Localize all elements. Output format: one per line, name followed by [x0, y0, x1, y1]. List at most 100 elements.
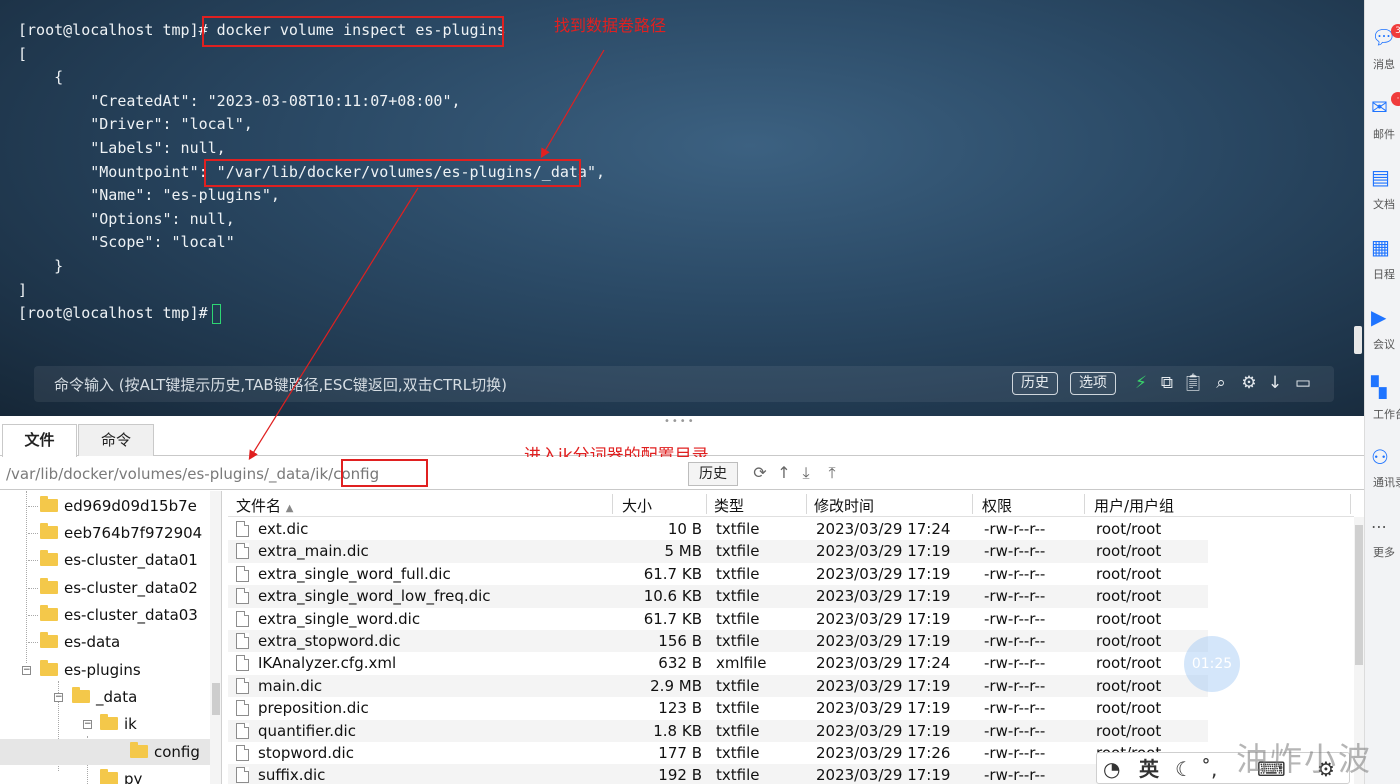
terminal-line: "Scope": "local"	[18, 233, 235, 252]
upload-icon[interactable]: ⤒	[822, 463, 842, 483]
file-name: stopword.dic	[258, 744, 354, 762]
tree-node-ik[interactable]: ik	[100, 711, 137, 737]
tab-commands[interactable]: 命令	[78, 424, 154, 456]
table-row[interactable]: stopword.dic 177 B txtfile 2023/03/29 17:26…	[228, 742, 1208, 764]
table-row[interactable]: extra_stopword.dic 156 B txtfile 2023/03/29…	[228, 630, 1208, 653]
table-row[interactable]: extra_main.dic 5 MB txtfile 2023/03/29 17:1…	[228, 540, 1208, 563]
column-header-modified[interactable]: 修改时间	[814, 495, 874, 516]
ime-mode[interactable]: 英	[1139, 757, 1159, 781]
ime-logo-icon[interactable]: ◔	[1103, 757, 1120, 781]
file-modified: 2023/03/29 17:19	[816, 632, 951, 650]
file-size: 123 B	[658, 699, 702, 718]
table-row[interactable]: preposition.dic 123 B txtfile 2023/03/29 17…	[228, 697, 1208, 719]
column-header-name[interactable]: 文件名 ▲	[236, 495, 294, 516]
collapse-toggle[interactable]: −	[54, 693, 63, 702]
file-type: txtfile	[716, 721, 760, 740]
file-owner: root/root	[1096, 654, 1162, 673]
punctuation-icon[interactable]: ˚,	[1201, 757, 1217, 781]
file-size: 10.6 KB	[643, 587, 702, 606]
file-modified: 2023/03/29 17:19	[816, 542, 951, 561]
file-permissions: -rw-r--r--	[984, 654, 1046, 673]
command-input-bar[interactable]: 命令输入 (按ALT键提示历史,TAB键路径,ESC键返回,双击CTRL切换) …	[34, 366, 1334, 402]
column-header-type[interactable]: 类型	[714, 495, 744, 516]
paste-icon[interactable]: 📋︎	[1182, 372, 1204, 394]
file-type: txtfile	[716, 587, 760, 606]
tree-node[interactable]: es-cluster_data02	[28, 575, 198, 601]
file-type: txtfile	[716, 542, 760, 561]
file-name: extra_single_word_full.dic	[258, 564, 451, 583]
arrow-down-icon[interactable]: ↓	[1264, 372, 1286, 394]
table-row[interactable]: suffix.dic 192 B txtfile 2023/03/29 17:19 -r…	[228, 764, 1208, 784]
moon-icon[interactable]: ☾	[1175, 757, 1193, 781]
tree-node[interactable]: eeb764b7f972904	[28, 520, 202, 546]
side-item-label: 更多	[1373, 546, 1395, 559]
file-size: 632 B	[658, 654, 702, 673]
column-header-owner[interactable]: 用户/用户组	[1094, 495, 1174, 516]
tree-node-config[interactable]: config	[0, 739, 210, 765]
tree-node[interactable]: es-cluster_data01	[28, 547, 198, 573]
splitter-handle[interactable]: ••••	[664, 416, 696, 427]
tree-node[interactable]: ed969d09d15b7e	[28, 493, 197, 519]
file-icon	[236, 767, 249, 784]
options-button[interactable]: 选项	[1070, 372, 1116, 395]
tree-node[interactable]: es-cluster_data03	[28, 602, 198, 628]
messages-badge: 3	[1391, 24, 1400, 38]
tree-node-es-plugins[interactable]: es-plugins	[40, 657, 141, 683]
file-name: quantifier.dic	[258, 721, 356, 740]
table-row[interactable]: extra_single_word.dic 61.7 KB txtfile 2023/…	[228, 608, 1208, 630]
collapse-toggle[interactable]: −	[22, 666, 31, 675]
column-header-permissions[interactable]: 权限	[982, 495, 1012, 516]
terminal-line: "CreatedAt": "2023-03-08T10:11:07+08:00"…	[18, 91, 461, 110]
tab-files[interactable]: 文件	[2, 424, 77, 457]
tree-node-label: eeb764b7f972904	[64, 524, 203, 542]
file-list-header: 文件名 ▲ 大小 类型 修改时间 权限 用户/用户组	[228, 491, 1354, 517]
folder-icon	[130, 742, 148, 758]
column-header-size[interactable]: 大小	[622, 495, 652, 516]
file-modified: 2023/03/29 17:24	[816, 520, 951, 538]
terminal-scrollbar[interactable]	[1354, 326, 1362, 354]
copy-icon[interactable]: ⧉	[1156, 372, 1178, 394]
terminal-panel[interactable]: [root@localhost tmp]# docker volume insp…	[0, 0, 1364, 416]
path-history-button[interactable]: 历史	[688, 462, 738, 486]
gear-icon[interactable]: ⚙	[1238, 372, 1260, 394]
table-row[interactable]: extra_single_word_low_freq.dic 10.6 KB txt…	[228, 585, 1208, 608]
path-bar: /var/lib/docker/volumes/es-plugins/_data…	[0, 457, 1364, 490]
search-icon[interactable]: ⌕	[1210, 372, 1232, 394]
terminal-line: "Driver": "local",	[18, 115, 253, 134]
tree-node[interactable]: es-data	[28, 629, 120, 655]
folder-icon	[72, 687, 90, 703]
lightning-icon[interactable]: ⚡	[1130, 372, 1152, 394]
table-row[interactable]: ext.dic 10 B txtfile 2023/03/29 17:24 -rw-r-…	[228, 518, 1208, 540]
file-type: txtfile	[716, 564, 760, 583]
table-row[interactable]: quantifier.dic 1.8 KB txtfile 2023/03/29 17…	[228, 719, 1208, 742]
file-modified: 2023/03/29 17:19	[816, 699, 951, 718]
file-type: txtfile	[716, 632, 760, 650]
file-name: extra_main.dic	[258, 542, 369, 561]
up-directory-icon[interactable]: ↑	[774, 463, 794, 483]
file-type: xmlfile	[716, 654, 767, 673]
tree-scrollbar-thumb[interactable]	[212, 683, 220, 715]
tree-node-data[interactable]: _data	[72, 684, 137, 710]
download-icon[interactable]: ⤓	[796, 463, 816, 483]
recording-timer[interactable]: 01:25	[1184, 636, 1240, 692]
file-permissions: -rw-r--r--	[984, 744, 1046, 762]
tree-node-label: es-data	[64, 633, 121, 651]
file-type: txtfile	[716, 766, 760, 784]
history-button[interactable]: 历史	[1012, 372, 1058, 395]
file-list-scrollbar-thumb[interactable]	[1355, 525, 1363, 665]
table-row[interactable]: extra_single_word_full.dic 61.7 KB txtfile…	[228, 563, 1208, 585]
file-permissions: -rw-r--r--	[984, 542, 1046, 561]
maximize-icon[interactable]: ▭	[1292, 372, 1314, 394]
table-row[interactable]: main.dic 2.9 MB txtfile 2023/03/29 17:19 -rw…	[228, 674, 1208, 698]
tree-node-label: es-cluster_data01	[64, 551, 198, 569]
file-permissions: -rw-r--r--	[984, 587, 1046, 606]
file-icon	[236, 655, 249, 672]
tree-node-label: config	[154, 743, 200, 761]
collapse-toggle[interactable]: −	[83, 720, 92, 729]
tree-node-py[interactable]: py	[100, 766, 142, 784]
tree-scrollbar[interactable]	[210, 491, 221, 784]
refresh-icon[interactable]: ⟳	[750, 463, 770, 483]
tree-node-label: _data	[96, 688, 138, 706]
table-row[interactable]: IKAnalyzer.cfg.xml 632 B xmlfile 2023/03/29…	[228, 652, 1208, 674]
meeting-icon: ▶	[1371, 305, 1387, 329]
